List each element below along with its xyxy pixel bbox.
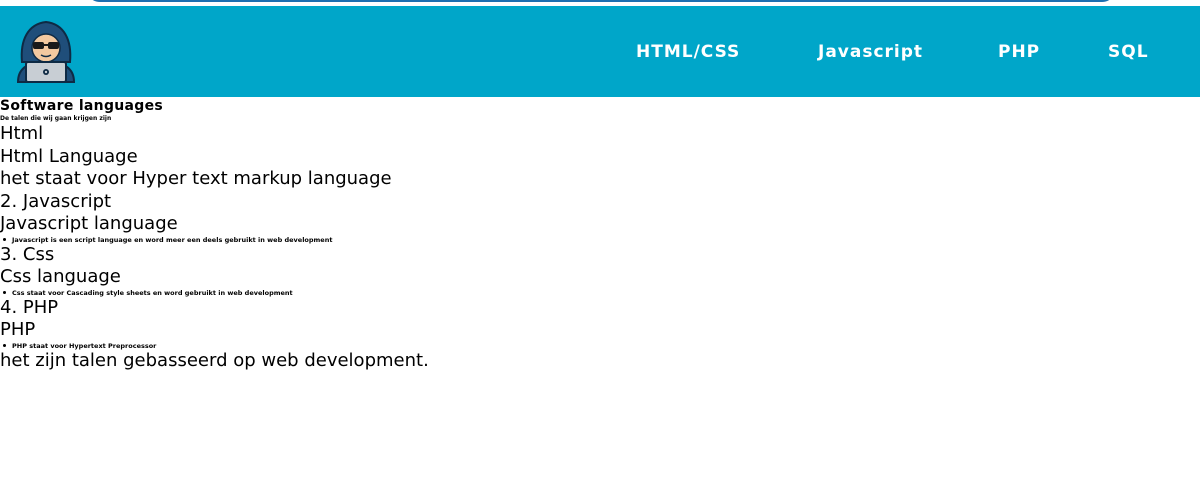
- list-item-php: PHP staat voor Hypertext Preprocessor: [0, 342, 1200, 350]
- main-content: Software languages De talen die wij gaan…: [0, 99, 1200, 372]
- section-description-html: het staat voor Hyper text markup languag…: [0, 168, 392, 189]
- section-heading-php: 4. PHP: [0, 296, 59, 318]
- bullet-dot-icon: [3, 238, 6, 241]
- nav-link-html-css[interactable]: HTML/CSS: [636, 42, 740, 62]
- section-name-html: Html Language: [0, 145, 138, 167]
- page-title: Software languages: [0, 98, 164, 114]
- bullet-dot-icon: [3, 291, 6, 294]
- list-item-text: Javascript is een script language en wor…: [12, 235, 333, 244]
- hacker-laptop-icon[interactable]: [14, 18, 78, 84]
- list-item-css: Css staat voor Cascading style sheets en…: [0, 289, 1200, 297]
- section-heading-css: 3. Css: [0, 243, 55, 265]
- navbar: HTML/CSS Javascript PHP SQL: [0, 6, 1200, 97]
- section-heading-html: Html: [0, 123, 44, 144]
- section-name-php: PHP: [0, 319, 36, 340]
- footer-text: het zijn talen gebasseerd op web develop…: [0, 349, 429, 371]
- bullet-dot-icon: [3, 344, 6, 347]
- nav-link-sql[interactable]: SQL: [1108, 42, 1149, 62]
- nav-link-javascript[interactable]: Javascript: [818, 42, 923, 62]
- section-name-javascript: Javascript language: [0, 213, 178, 234]
- list-item-javascript: Javascript is een script language en wor…: [0, 236, 1200, 244]
- section-heading-javascript: 2. Javascript: [0, 190, 112, 212]
- top-address-bar: [86, 0, 1116, 2]
- list-item-text: PHP staat voor Hypertext Preprocessor: [12, 341, 157, 350]
- section-name-css: Css language: [0, 266, 121, 287]
- nav-link-php[interactable]: PHP: [998, 42, 1040, 62]
- list-item-text: Css staat voor Cascading style sheets en…: [12, 288, 293, 297]
- page-subtitle: De talen die wij gaan krijgen zijn: [0, 115, 112, 122]
